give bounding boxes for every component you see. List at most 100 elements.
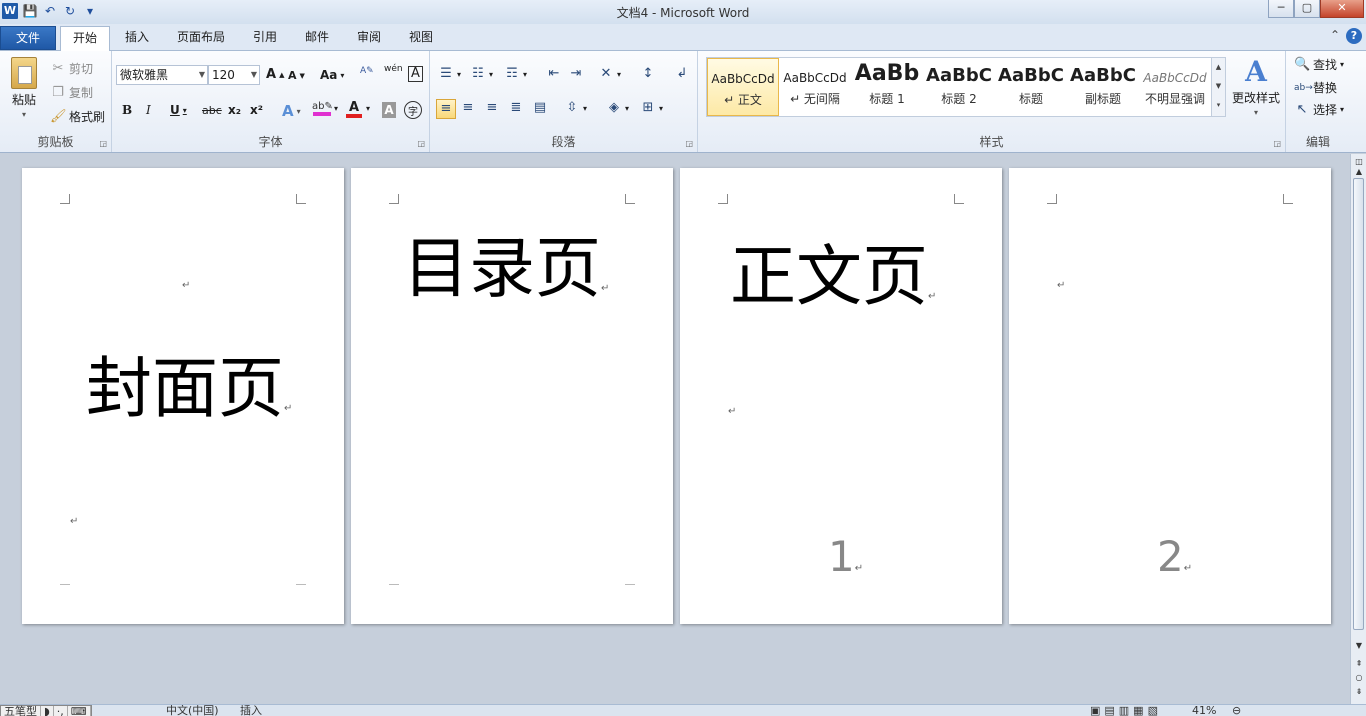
style-gallery-scroll[interactable]: ▲ ▼ ▾	[1211, 58, 1225, 116]
paste-button[interactable]: 粘贴 ▾	[6, 57, 42, 119]
browse-object-icon[interactable]: ○	[1351, 672, 1366, 684]
page-body-2[interactable]: ↵ 2↵	[1009, 168, 1331, 624]
maximize-button[interactable]: ▢	[1294, 0, 1320, 18]
style-subtitle[interactable]: AaBbC 副标题	[1067, 58, 1139, 116]
page-body[interactable]: 正文页↵ ↵ 1↵	[680, 168, 1002, 624]
shading-button[interactable]: ◈ ▾	[606, 100, 629, 116]
style-normal[interactable]: AaBbCcDd ↵ 正文	[707, 58, 779, 116]
text-effects-button[interactable]: A ▾	[282, 102, 301, 120]
copy-button[interactable]: ❐ 复制	[50, 84, 93, 101]
format-painter-button[interactable]: 🖌 格式刷	[50, 108, 105, 125]
font-name-combo[interactable]: 微软雅黑 ▼	[116, 65, 208, 85]
ime-keyboard-icon[interactable]: ⌨	[68, 706, 91, 716]
tab-references[interactable]: 引用	[246, 26, 284, 50]
style-no-spacing[interactable]: AaBbCcDd ↵ 无间隔	[779, 58, 851, 116]
font-size-combo[interactable]: 120 ▼	[208, 65, 260, 85]
tab-view[interactable]: 视图	[402, 26, 440, 50]
tab-review[interactable]: 审阅	[350, 26, 388, 50]
toc-heading-text: 目录页	[403, 230, 601, 307]
clipboard-launcher-icon[interactable]: ◲	[99, 139, 107, 148]
tab-home[interactable]: 开始	[60, 26, 110, 52]
crop-mark	[1283, 194, 1293, 204]
font-color-button[interactable]: A	[346, 101, 362, 118]
minimize-button[interactable]: ─	[1268, 0, 1294, 18]
line-spacing-button[interactable]: ⇳ ▾	[564, 100, 587, 116]
change-case-button[interactable]: Aa ▾	[320, 68, 344, 82]
highlight-button[interactable]: ab✎	[312, 101, 333, 116]
tab-file[interactable]: 文件	[0, 26, 56, 50]
scissors-icon: ✂	[52, 60, 64, 76]
clear-format-button[interactable]: A✎	[360, 66, 374, 76]
char-border-button[interactable]: A	[408, 66, 423, 82]
find-button[interactable]: 🔍 查找 ▾	[1294, 56, 1344, 73]
show-marks-button[interactable]: ↲	[674, 66, 690, 82]
superscript-button[interactable]: x²	[250, 103, 263, 117]
scroll-up-icon[interactable]: ▲	[1351, 166, 1366, 178]
tab-page-layout[interactable]: 页面布局	[170, 26, 232, 50]
previous-page-icon[interactable]: ⇞	[1351, 658, 1366, 670]
style-subtle-emphasis[interactable]: AaBbCcDd 不明显强调	[1139, 58, 1211, 116]
close-button[interactable]: ✕	[1320, 0, 1364, 18]
ime-punct-icon[interactable]: ·,	[54, 706, 68, 716]
scroll-down-icon[interactable]: ▼	[1351, 640, 1366, 652]
status-bar: 五笔型 ◗ ·, ⌨ 中文(中国) 插入 ▣▤▥▦▧ 41% ⊖	[0, 704, 1366, 716]
select-button[interactable]: ↖ 选择 ▾	[1294, 101, 1344, 118]
view-buttons[interactable]: ▣▤▥▦▧	[1090, 705, 1162, 716]
tab-insert[interactable]: 插入	[118, 26, 156, 50]
italic-button[interactable]: I	[146, 103, 151, 117]
enclose-char-button[interactable]: 字	[404, 101, 422, 119]
page-cover[interactable]: ↵ 封面页↵ ↵	[22, 168, 344, 624]
zoom-level[interactable]: 41%	[1192, 705, 1216, 716]
paragraph-launcher-icon[interactable]: ◲	[685, 139, 693, 148]
scroll-thumb[interactable]	[1353, 178, 1364, 630]
styles-launcher-icon[interactable]: ◲	[1273, 139, 1281, 148]
style-heading-1[interactable]: AaBb 标题 1	[851, 58, 923, 116]
font-name-dropdown-icon[interactable]: ▼	[199, 66, 205, 84]
align-center-button[interactable]: ≡	[460, 100, 476, 116]
collapse-ribbon-icon[interactable]: ⌃	[1330, 28, 1340, 44]
font-size-dropdown-icon[interactable]: ▼	[251, 66, 257, 84]
char-shading-button[interactable]: A	[382, 102, 396, 118]
bullets-button[interactable]: ☰ ▾	[438, 66, 461, 82]
strikethrough-button[interactable]: abc	[202, 104, 222, 117]
ime-name[interactable]: 五笔型	[1, 706, 41, 716]
align-left-button[interactable]: ≡	[436, 99, 456, 119]
multilevel-list-button[interactable]: ☶ ▾	[504, 66, 527, 82]
change-styles-button[interactable]: A 更改样式 ▾	[1228, 57, 1284, 118]
style-normal-sample: AaBbCcDd	[711, 72, 775, 86]
page-toc[interactable]: 目录页↵	[351, 168, 673, 624]
ime-moon-icon[interactable]: ◗	[41, 706, 54, 716]
zoom-out-icon[interactable]: ⊖	[1232, 705, 1241, 716]
justify-button[interactable]: ≣	[508, 100, 524, 116]
cut-button[interactable]: ✂ 剪切	[50, 60, 93, 77]
subscript-button[interactable]: x₂	[228, 103, 241, 117]
document-area[interactable]: ↵ 封面页↵ ↵ 目录页↵ 正文页↵ ↵ 1↵ ↵ 2↵	[0, 154, 1350, 704]
font-color-dropdown-icon[interactable]: ▾	[366, 104, 370, 113]
font-launcher-icon[interactable]: ◲	[417, 139, 425, 148]
style-title[interactable]: AaBbC 标题	[995, 58, 1067, 116]
distributed-button[interactable]: ▤	[532, 100, 548, 116]
highlight-dropdown-icon[interactable]: ▾	[334, 104, 338, 113]
style-heading-2[interactable]: AaBbC 标题 2	[923, 58, 995, 116]
help-icon[interactable]: ?	[1346, 28, 1362, 44]
replace-button[interactable]: ab→ 替换	[1294, 79, 1337, 96]
align-right-button[interactable]: ≡	[484, 100, 500, 116]
insert-mode-status[interactable]: 插入	[240, 705, 262, 716]
shrink-font-button[interactable]: A ▼	[288, 69, 305, 82]
chinese-layout-button[interactable]: ✕ ▾	[598, 66, 621, 82]
vertical-scrollbar[interactable]: ◫ ▲ ▼ ⇞ ○ ⇟	[1350, 154, 1366, 704]
chinese-layout-icon: ✕	[600, 66, 612, 81]
underline-button[interactable]: U ▾	[170, 103, 187, 117]
ime-toolbar[interactable]: 五笔型 ◗ ·, ⌨	[0, 705, 92, 716]
increase-indent-button[interactable]: ⇥	[568, 66, 584, 82]
tab-mailings[interactable]: 邮件	[298, 26, 336, 50]
next-page-icon[interactable]: ⇟	[1351, 686, 1366, 698]
borders-button[interactable]: ⊞ ▾	[640, 100, 663, 116]
language-status[interactable]: 中文(中国)	[166, 705, 219, 716]
sort-button[interactable]: ↕	[640, 66, 656, 82]
grow-font-button[interactable]: A ▲	[266, 67, 284, 82]
phonetic-guide-button[interactable]: wén	[384, 64, 403, 74]
numbering-button[interactable]: ☷ ▾	[470, 66, 493, 82]
decrease-indent-button[interactable]: ⇤	[546, 66, 562, 82]
bold-button[interactable]: B	[122, 103, 132, 117]
